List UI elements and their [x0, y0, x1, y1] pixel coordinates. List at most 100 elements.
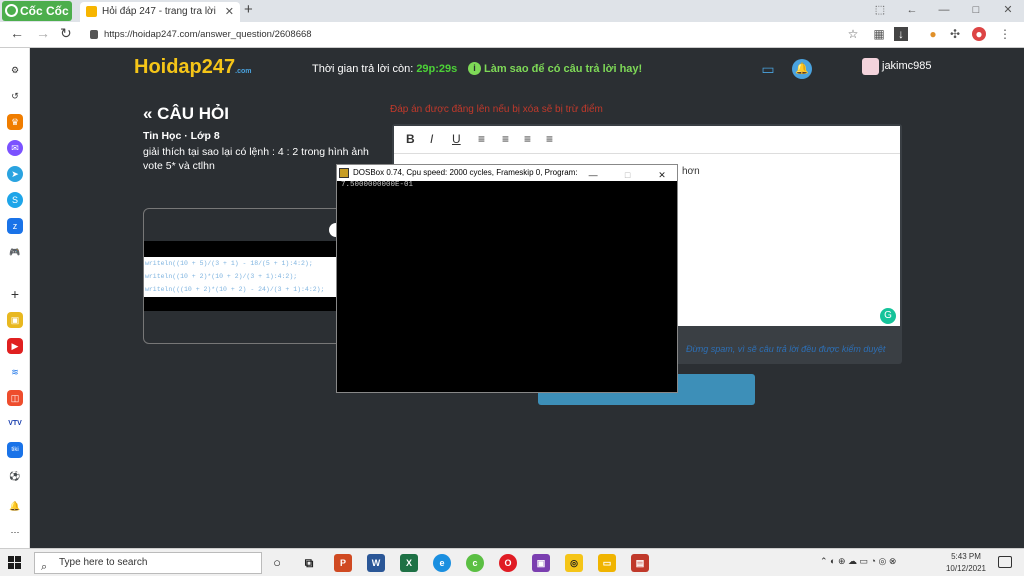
opera-icon[interactable]: O — [499, 554, 517, 572]
url-field[interactable]: https://hoidap247.com/answer_question/26… — [88, 26, 848, 44]
dosbox-output: 7.5000000000E-01 — [341, 181, 414, 189]
code-snippet: writeln((10 + 5)/(3 + 1) - 18/(5 + 1):4:… — [144, 257, 342, 297]
profile-icon[interactable]: ● — [972, 27, 986, 41]
align-center-button[interactable]: ≡ — [502, 132, 509, 146]
lock-icon — [90, 30, 98, 39]
soccer-icon[interactable]: ⚽ — [7, 468, 23, 484]
question-body: giải thích tại sao lại có lệnh : 4 : 2 t… — [143, 146, 369, 158]
maximize-button[interactable]: □ — [960, 0, 992, 22]
shopee-icon[interactable]: ◫ — [7, 390, 23, 406]
youtube-icon[interactable]: ▶ — [7, 338, 23, 354]
messenger-icon[interactable]: ✉ — [7, 140, 23, 156]
new-tab-button[interactable]: + — [244, 1, 253, 18]
grammarly-icon[interactable]: G — [880, 308, 896, 324]
wifi-icon[interactable]: ≋ — [7, 364, 23, 380]
file-explorer-icon[interactable]: ▭ — [598, 554, 616, 572]
skype-icon[interactable]: S — [7, 192, 23, 208]
powerpoint-icon[interactable]: P — [334, 554, 352, 572]
browser-tab-bar: Cốc Cốc Hỏi đáp 247 - trang tra lời ✕ + … — [0, 0, 1024, 22]
forward-button[interactable]: → — [36, 25, 50, 41]
notification-bell-icon[interactable]: 🔔 — [792, 59, 812, 79]
gamepad-icon[interactable]: 🎮 — [7, 244, 23, 260]
timer-value: 29p:29s — [416, 63, 458, 75]
browser-tab-active[interactable]: Hỏi đáp 247 - trang tra lời ✕ — [80, 2, 240, 22]
twitch-icon[interactable]: ▣ — [532, 554, 550, 572]
tiki-icon[interactable]: tiki — [7, 442, 23, 458]
downloads-icon[interactable]: ⬚ — [864, 0, 896, 22]
bell-icon[interactable]: 🔔 — [7, 498, 23, 514]
spam-note: Đừng spam, vì sẽ câu trả lời đều được ki… — [686, 344, 886, 354]
excel-icon[interactable]: X — [400, 554, 418, 572]
dosbox-icon — [339, 168, 349, 178]
question-subject: Tin Học · Lớp 8 — [143, 130, 220, 142]
site-logo[interactable]: Hoidap247.com — [134, 56, 252, 79]
howto-link[interactable]: i Làm sao để có câu trả lời hay! — [468, 62, 642, 75]
close-window-button[interactable]: ✕ — [992, 0, 1024, 22]
question-image[interactable]: writeln((10 + 5)/(3 + 1) - 18/(5 + 1):4:… — [144, 241, 342, 311]
task-view-icon[interactable]: ⧉ — [300, 554, 318, 572]
code-line: writeln((10 + 2)*(10 + 2)/(3 + 1):4:2); — [145, 273, 298, 280]
italic-button[interactable]: I — [430, 132, 433, 146]
dosbox-minimize-button[interactable]: — — [578, 167, 608, 183]
telegram-icon[interactable]: ➤ — [7, 166, 23, 182]
back-button[interactable]: ← — [10, 25, 24, 41]
download-icon[interactable]: ↓ — [894, 27, 908, 41]
answer-timer: Thời gian trả lời còn: 29p:29s — [312, 63, 457, 75]
address-bar: ← → ↻ https://hoidap247.com/answer_quest… — [0, 22, 1024, 48]
avatar — [862, 58, 879, 75]
system-tray[interactable]: ⌃ ◐ ⊕ ☁ ▭ ◔ ◎ ⊗ — [820, 556, 896, 567]
bold-button[interactable]: B — [406, 132, 415, 146]
dosbox-window[interactable]: DOSBox 0.74, Cpu speed: 2000 cycles, Fra… — [336, 164, 678, 393]
extension-dot-icon[interactable]: ● — [926, 27, 940, 41]
extension-icon[interactable]: ▦ — [872, 27, 886, 41]
word-icon[interactable]: W — [367, 554, 385, 572]
user-menu[interactable]: jakimc985 — [862, 58, 932, 75]
search-placeholder: Type here to search — [59, 557, 148, 568]
app-icon[interactable]: ▣ — [7, 312, 23, 328]
dosbox-maximize-button[interactable]: □ — [613, 167, 643, 183]
back-arrow-icon[interactable]: ← — [896, 0, 928, 22]
clock-date: 10/12/2021 — [945, 564, 987, 573]
puzzle-icon[interactable]: ✣ — [948, 27, 962, 41]
logo-text: Hoidap247 — [134, 56, 236, 78]
answer-content: hơn — [682, 166, 700, 177]
chat-icon[interactable]: ▭ — [758, 59, 778, 79]
settings-icon[interactable]: ⚙ — [7, 62, 23, 78]
taskbar-search-box[interactable]: ⌕ Type here to search — [34, 552, 262, 574]
history-icon[interactable]: ↺ — [7, 88, 23, 104]
answer-warning: Đáp án được đăng lên nếu bị xóa sẽ bị tr… — [390, 104, 603, 115]
minimize-button[interactable]: — — [928, 0, 960, 22]
notification-center-icon[interactable] — [998, 556, 1012, 568]
clock-time: 5:43 PM — [951, 552, 981, 561]
coccoc-taskbar-icon[interactable]: c — [466, 554, 484, 572]
vtv-icon[interactable]: VTV — [7, 416, 23, 432]
align-right-button[interactable]: ≡ — [524, 132, 531, 146]
question-image-card: writeln((10 + 5)/(3 + 1) - 18/(5 + 1):4:… — [143, 208, 343, 344]
underline-button[interactable]: U — [452, 132, 461, 146]
justify-button[interactable]: ≡ — [546, 132, 553, 146]
more-icon[interactable]: ⋯ — [7, 524, 23, 540]
site-favicon-icon — [86, 6, 97, 17]
dosbox-taskbar-icon[interactable]: ▤ — [631, 554, 649, 572]
menu-icon[interactable]: ⋮ — [998, 27, 1012, 41]
window-controls: ⬚ ← — □ ✕ — [864, 0, 1024, 22]
dosbox-close-button[interactable]: ✕ — [647, 167, 677, 183]
tab-close-icon[interactable]: ✕ — [225, 2, 234, 22]
editor-toolbar: B I U ≡ ≡ ≡ ≡ — [394, 126, 900, 154]
app-icon[interactable]: ◎ — [565, 554, 583, 572]
reload-button[interactable]: ↻ — [60, 25, 72, 42]
crown-icon[interactable]: ♛ — [7, 114, 23, 130]
taskbar-clock[interactable]: 5:43 PM 10/12/2021 — [944, 551, 988, 575]
align-left-button[interactable]: ≡ — [478, 132, 485, 146]
browser-sidebar: ⚙ ↺ ♛ ✉ ➤ S z 🎮 + ▣ ▶ ≋ ◫ VTV tiki ⚽ 🔔 ⋯ — [0, 48, 30, 548]
question-heading: « CÂU HỎI — [143, 104, 229, 123]
timer-label: Thời gian trả lời còn: — [312, 63, 414, 75]
edge-icon[interactable]: e — [433, 554, 451, 572]
zalo-icon[interactable]: z — [7, 218, 23, 234]
windows-start-icon[interactable] — [8, 556, 22, 570]
cortana-icon[interactable]: ○ — [268, 554, 286, 572]
add-icon[interactable]: + — [7, 286, 23, 302]
browser-brand-button[interactable]: Cốc Cốc — [2, 1, 72, 21]
site-header: Hoidap247.com Thời gian trả lời còn: 29p… — [30, 48, 1024, 90]
bookmark-star-icon[interactable]: ☆ — [846, 27, 860, 41]
